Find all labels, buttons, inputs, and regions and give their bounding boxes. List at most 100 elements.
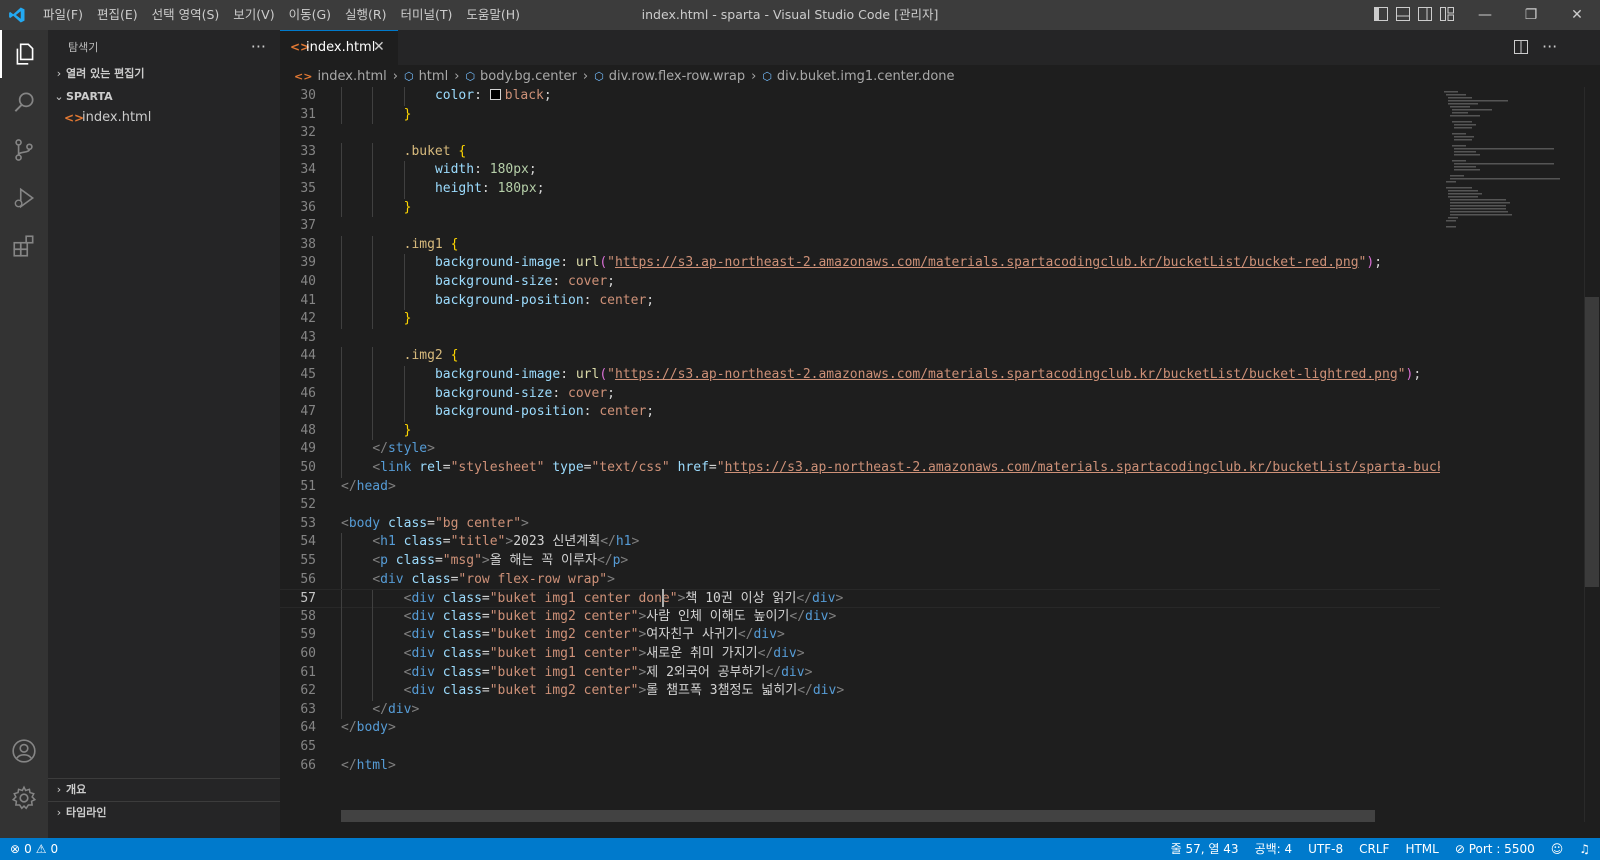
notifications-bell-icon[interactable]: ♫ bbox=[1579, 838, 1590, 860]
indent-guide bbox=[372, 254, 374, 273]
indent-guide bbox=[341, 700, 342, 720]
code-line[interactable]: 42} bbox=[280, 310, 1440, 329]
code-line[interactable]: 49 </style> bbox=[280, 440, 1440, 459]
menu-help[interactable]: 도움말(H) bbox=[459, 0, 527, 30]
close-button[interactable]: ✕ bbox=[1554, 0, 1600, 30]
code-line[interactable]: 43 bbox=[280, 329, 1440, 348]
indent-guide bbox=[372, 347, 374, 366]
tab-index-html[interactable]: <> index.html ✕ bbox=[280, 30, 398, 65]
breadcrumb-item-body[interactable]: ⬡ body.bg.center bbox=[465, 69, 577, 84]
code-line[interactable]: 62 <div class="buket img2 center">롤 챔프폭 3… bbox=[280, 682, 1440, 701]
folder-section-sparta[interactable]: ⌄ SPARTA bbox=[48, 86, 280, 108]
breadcrumb-item-div-buket[interactable]: ⬡ div.buket.img1.center.done bbox=[762, 69, 954, 84]
toggle-panel-icon[interactable] bbox=[1396, 7, 1410, 21]
line-number: 62 bbox=[300, 683, 316, 699]
live-server-port[interactable]: ⊘ Port : 5500 bbox=[1455, 838, 1535, 860]
minimize-button[interactable]: — bbox=[1462, 0, 1508, 30]
minimap[interactable] bbox=[1440, 87, 1560, 822]
code-line[interactable]: 65 bbox=[280, 738, 1440, 757]
split-editor-icon[interactable] bbox=[1514, 40, 1528, 54]
code-line[interactable]: 36} bbox=[280, 198, 1440, 218]
code-line[interactable]: 35 height: 180px; bbox=[280, 180, 1440, 199]
code-line[interactable]: 55 <p class="msg">올 해는 꼭 이루자</p> bbox=[280, 552, 1440, 571]
run-debug-icon[interactable] bbox=[0, 174, 48, 222]
end-of-line[interactable]: CRLF bbox=[1359, 838, 1389, 860]
extensions-icon[interactable] bbox=[0, 222, 48, 270]
code-line[interactable]: 44 .img2 { bbox=[280, 347, 1440, 366]
cursor-position[interactable]: 줄 57, 열 43 bbox=[1171, 838, 1239, 860]
code-line[interactable]: 53 <body class="bg center"> bbox=[280, 515, 1440, 534]
breadcrumb-item-html[interactable]: ⬡ html bbox=[404, 69, 448, 84]
code-line[interactable]: 52 bbox=[280, 496, 1440, 515]
outline-section[interactable]: › 개요 bbox=[48, 779, 280, 801]
code-line[interactable]: 63 </div> bbox=[280, 700, 1440, 720]
breadcrumb-item-file[interactable]: <> index.html bbox=[294, 69, 387, 84]
indent-guide bbox=[341, 273, 342, 292]
error-count: 0 bbox=[24, 842, 32, 856]
code-text: background-image: url("https://s3.ap-nor… bbox=[434, 367, 1422, 382]
code-line[interactable]: 45 background-image: url("https://s3.ap-n… bbox=[280, 366, 1440, 385]
file-index-html[interactable]: <> index.html bbox=[48, 107, 280, 129]
accounts-icon[interactable] bbox=[0, 727, 48, 775]
code-text: .img1 { bbox=[403, 236, 459, 252]
explorer-more-actions-button[interactable]: ··· bbox=[251, 30, 266, 63]
search-icon[interactable] bbox=[0, 78, 48, 126]
indentation[interactable]: 공백: 4 bbox=[1255, 838, 1293, 860]
chevron-right-icon: › bbox=[582, 68, 589, 84]
toggle-secondary-sidebar-icon[interactable] bbox=[1418, 7, 1432, 21]
scrollbar-thumb[interactable] bbox=[1585, 297, 1599, 587]
tab-close-icon[interactable]: ✕ bbox=[373, 31, 385, 64]
vertical-scrollbar[interactable] bbox=[1584, 87, 1599, 822]
menu-run[interactable]: 실행(R) bbox=[338, 0, 393, 30]
code-line[interactable]: 47 background-position: center; bbox=[280, 403, 1440, 422]
timeline-section[interactable]: › 타임라인 bbox=[48, 802, 280, 824]
customize-layout-icon[interactable] bbox=[1440, 7, 1454, 21]
code-line[interactable]: 61 <div class="buket img1 center">제 2외국어 … bbox=[280, 663, 1440, 683]
code-line[interactable]: 30 color: black; bbox=[280, 87, 1440, 106]
code-line[interactable]: 54 <h1 class="title">2023 신년계획</h1> bbox=[280, 533, 1440, 552]
menu-edit[interactable]: 편집(E) bbox=[90, 0, 145, 30]
editor-more-actions-button[interactable]: ··· bbox=[1542, 30, 1557, 63]
menu-file[interactable]: 파일(F) bbox=[36, 0, 90, 30]
code-line[interactable]: 31} bbox=[280, 105, 1440, 125]
code-line[interactable]: 37 bbox=[280, 217, 1440, 236]
indent-guide bbox=[341, 663, 342, 683]
line-number: 41 bbox=[300, 292, 316, 308]
code-line[interactable]: 32 bbox=[280, 124, 1440, 143]
code-line[interactable]: 46 background-size: cover; bbox=[280, 384, 1440, 404]
menu-terminal[interactable]: 터미널(T) bbox=[394, 0, 460, 30]
breadcrumb-item-div-row[interactable]: ⬡ div.row.flex-row.wrap bbox=[594, 69, 745, 84]
code-line[interactable]: 33 .buket { bbox=[280, 142, 1440, 162]
source-control-icon[interactable] bbox=[0, 126, 48, 174]
line-number: 61 bbox=[300, 664, 316, 680]
encoding[interactable]: UTF-8 bbox=[1308, 838, 1343, 860]
horizontal-scrollbar[interactable] bbox=[341, 810, 1375, 822]
toggle-primary-sidebar-icon[interactable] bbox=[1374, 7, 1388, 21]
menu-go[interactable]: 이동(G) bbox=[282, 0, 338, 30]
code-line[interactable]: 51 </head> bbox=[280, 478, 1440, 497]
code-line[interactable]: 48} bbox=[280, 421, 1440, 441]
language-mode[interactable]: HTML bbox=[1405, 838, 1438, 860]
code-line[interactable]: 66 </html> bbox=[280, 757, 1440, 776]
menu-selection[interactable]: 선택 영역(S) bbox=[145, 0, 227, 30]
code-line[interactable]: 64 </body> bbox=[280, 719, 1440, 738]
code-line[interactable]: 39 background-image: url("https://s3.ap-n… bbox=[280, 254, 1440, 273]
code-line[interactable]: 34 width: 180px; bbox=[280, 161, 1440, 180]
code-line[interactable]: 38 .img1 { bbox=[280, 235, 1440, 255]
feedback-icon[interactable]: ☺ bbox=[1551, 838, 1564, 860]
code-line[interactable]: 59 <div class="buket img2 center">여자친구 사귀… bbox=[280, 626, 1440, 645]
open-editors-section[interactable]: › 열려 있는 편집기 bbox=[48, 63, 280, 85]
problems-indicator[interactable]: ⊗ 0 ⚠ 0 bbox=[10, 838, 58, 860]
restore-button[interactable]: ❐ bbox=[1508, 0, 1554, 30]
code-line[interactable]: 57 <div class="buket img1 center done">책 … bbox=[280, 589, 1440, 609]
code-line[interactable]: 56 <div class="row flex-row wrap"> bbox=[280, 570, 1440, 590]
code-line[interactable]: 50 <link rel="stylesheet" type="text/css"… bbox=[280, 459, 1440, 478]
code-line[interactable]: 41 background-position: center; bbox=[280, 291, 1440, 311]
code-line[interactable]: 58 <div class="buket img2 center">사람 인체 이… bbox=[280, 607, 1440, 627]
manage-gear-icon[interactable] bbox=[0, 774, 48, 822]
menu-view[interactable]: 보기(V) bbox=[226, 0, 281, 30]
code-line[interactable]: 40 background-size: cover; bbox=[280, 273, 1440, 292]
code-line[interactable]: 60 <div class="buket img1 center">새로운 취미 … bbox=[280, 645, 1440, 664]
code-editor[interactable]: 30 color: black; 31} 32 33 .buket {34 width: 1… bbox=[280, 87, 1440, 822]
explorer-icon[interactable] bbox=[0, 30, 48, 78]
